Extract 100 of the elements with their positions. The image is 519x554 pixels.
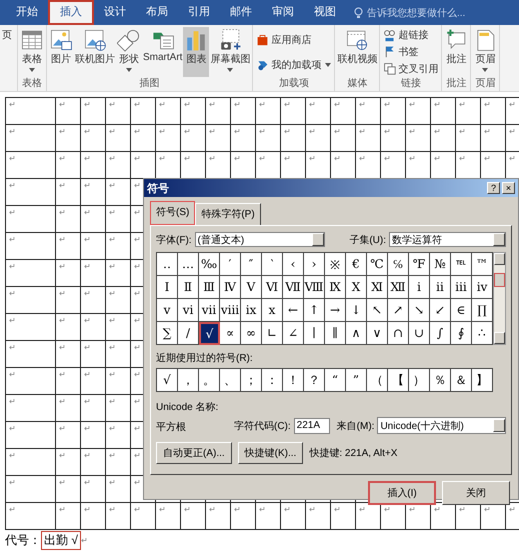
symbol-cell[interactable]: ‹: [283, 253, 304, 276]
symbol-cell[interactable]: ⅱ: [430, 276, 451, 299]
symbol-cell[interactable]: √: [199, 322, 220, 345]
symbol-cell[interactable]: Ⅵ: [262, 276, 283, 299]
from-dropdown[interactable]: Unicode(十六进制): [377, 417, 506, 434]
symbol-cell[interactable]: ⅰ: [409, 276, 430, 299]
ribbon-button[interactable]: 我的加载项: [254, 58, 334, 72]
symbol-cell[interactable]: ‥: [157, 253, 178, 276]
symbol-cell[interactable]: ⅲ: [451, 276, 472, 299]
ribbon-tab[interactable]: 视图: [304, 0, 346, 25]
symbol-cell[interactable]: ∥: [325, 322, 346, 345]
ribbon-button[interactable]: 表格: [19, 27, 45, 77]
symbol-cell[interactable]: ℡: [451, 253, 472, 276]
symbol-cell[interactable]: ∑: [157, 322, 178, 345]
symbol-cell[interactable]: ，: [178, 369, 199, 392]
symbol-cell[interactable]: √: [157, 369, 178, 392]
insert-button[interactable]: 插入(I): [368, 481, 436, 505]
ribbon-tab[interactable]: 设计: [94, 0, 136, 25]
symbol-cell[interactable]: ℅: [388, 253, 409, 276]
ribbon-tab[interactable]: 布局: [136, 0, 178, 25]
symbol-cell[interactable]: ↘: [409, 299, 430, 322]
symbol-cell[interactable]: ‰: [199, 253, 220, 276]
symbol-cell[interactable]: €: [346, 253, 367, 276]
char-code-field[interactable]: 221A: [294, 418, 330, 434]
symbol-cell[interactable]: №: [430, 253, 451, 276]
symbol-cell[interactable]: ›: [304, 253, 325, 276]
ribbon-button[interactable]: 联机视频: [336, 27, 378, 77]
ribbon-button[interactable]: 超链接: [381, 28, 440, 42]
symbol-cell[interactable]: Ⅷ: [304, 276, 325, 299]
symbol-cell[interactable]: ？: [304, 369, 325, 392]
symbol-cell[interactable]: Ⅹ: [346, 276, 367, 299]
autocorrect-button[interactable]: 自动更正(A)...: [156, 442, 232, 464]
symbol-cell[interactable]: ：: [262, 369, 283, 392]
symbol-cell[interactable]: ‵: [262, 253, 283, 276]
ribbon-button[interactable]: 形状: [116, 27, 142, 77]
symbol-cell[interactable]: ℃: [367, 253, 388, 276]
ribbon-button[interactable]: 屏幕截图: [209, 27, 252, 77]
symbol-cell[interactable]: ″: [241, 253, 262, 276]
ribbon-button[interactable]: 页: [1, 27, 13, 77]
symbol-cell[interactable]: ※: [325, 253, 346, 276]
symbol-cell[interactable]: Ⅶ: [283, 276, 304, 299]
symbol-cell[interactable]: ∟: [262, 322, 283, 345]
symbol-cell[interactable]: Ⅲ: [199, 276, 220, 299]
symbol-cell[interactable]: ％: [430, 369, 451, 392]
close-button[interactable]: ×: [502, 182, 515, 194]
symbol-cell[interactable]: ∧: [346, 322, 367, 345]
symbol-cell[interactable]: ⅴ: [157, 299, 178, 322]
symbol-cell[interactable]: ∈: [451, 299, 472, 322]
symbol-cell[interactable]: ↖: [367, 299, 388, 322]
dialog-tab[interactable]: 符号(S): [150, 201, 196, 225]
help-button[interactable]: ?: [487, 182, 500, 194]
ribbon-button[interactable]: 书签: [381, 44, 440, 59]
ribbon-tab[interactable]: 插入: [48, 0, 94, 25]
symbol-cell[interactable]: ⅹ: [262, 299, 283, 322]
shortcut-key-button[interactable]: 快捷键(K)...: [238, 442, 304, 464]
symbol-cell[interactable]: ＆: [451, 369, 472, 392]
symbol-cell[interactable]: ∝: [220, 322, 241, 345]
symbol-cell[interactable]: ∠: [283, 322, 304, 345]
symbol-cell[interactable]: ℉: [409, 253, 430, 276]
symbol-cell[interactable]: ⅸ: [241, 299, 262, 322]
subset-dropdown[interactable]: 数学运算符: [389, 232, 506, 247]
symbol-cell[interactable]: ⅷ: [220, 299, 241, 322]
symbol-cell[interactable]: ⅵ: [178, 299, 199, 322]
ribbon-tab[interactable]: 开始: [6, 0, 48, 25]
ribbon-tab[interactable]: 引用: [178, 0, 220, 25]
symbol-cell[interactable]: ∩: [388, 322, 409, 345]
symbol-cell[interactable]: （: [367, 369, 388, 392]
close-button[interactable]: 关闭: [442, 481, 510, 505]
symbol-cell[interactable]: 【: [388, 369, 409, 392]
symbol-cell[interactable]: ∮: [451, 322, 472, 345]
symbol-cell[interactable]: Ⅴ: [241, 276, 262, 299]
symbol-cell[interactable]: Ⅱ: [178, 276, 199, 299]
scrollbar[interactable]: [493, 252, 506, 345]
ribbon-button[interactable]: 联机图片: [74, 27, 116, 77]
symbol-cell[interactable]: ！: [283, 369, 304, 392]
symbol-cell[interactable]: ）: [409, 369, 430, 392]
symbol-cell[interactable]: 、: [220, 369, 241, 392]
ribbon-button[interactable]: 页眉: [472, 27, 498, 77]
symbol-cell[interactable]: Ⅰ: [157, 276, 178, 299]
symbol-cell[interactable]: ↙: [430, 299, 451, 322]
ribbon-button[interactable]: SmartArt: [142, 27, 184, 77]
symbol-cell[interactable]: …: [178, 253, 199, 276]
symbol-cell[interactable]: 】: [472, 369, 493, 392]
ribbon-tab[interactable]: 邮件: [220, 0, 262, 25]
symbol-cell[interactable]: ↗: [388, 299, 409, 322]
tell-me-field[interactable]: 告诉我您想要做什么...: [367, 6, 466, 20]
ribbon-button[interactable]: 交叉引用: [381, 62, 440, 76]
symbol-cell[interactable]: →: [325, 299, 346, 322]
symbol-cell[interactable]: ∞: [241, 322, 262, 345]
ribbon-button[interactable]: 图表: [183, 27, 210, 77]
ribbon-button[interactable]: 应用商店: [254, 32, 334, 46]
symbol-cell[interactable]: ；: [241, 369, 262, 392]
symbol-cell[interactable]: Ⅳ: [220, 276, 241, 299]
symbol-cell[interactable]: ↑: [304, 299, 325, 322]
symbol-cell[interactable]: ′: [220, 253, 241, 276]
ribbon-button[interactable]: 图片: [48, 27, 74, 77]
symbol-cell[interactable]: ↓: [346, 299, 367, 322]
font-dropdown[interactable]: (普通文本): [194, 232, 325, 247]
symbol-cell[interactable]: ∫: [430, 322, 451, 345]
symbol-cell[interactable]: Ⅻ: [388, 276, 409, 299]
